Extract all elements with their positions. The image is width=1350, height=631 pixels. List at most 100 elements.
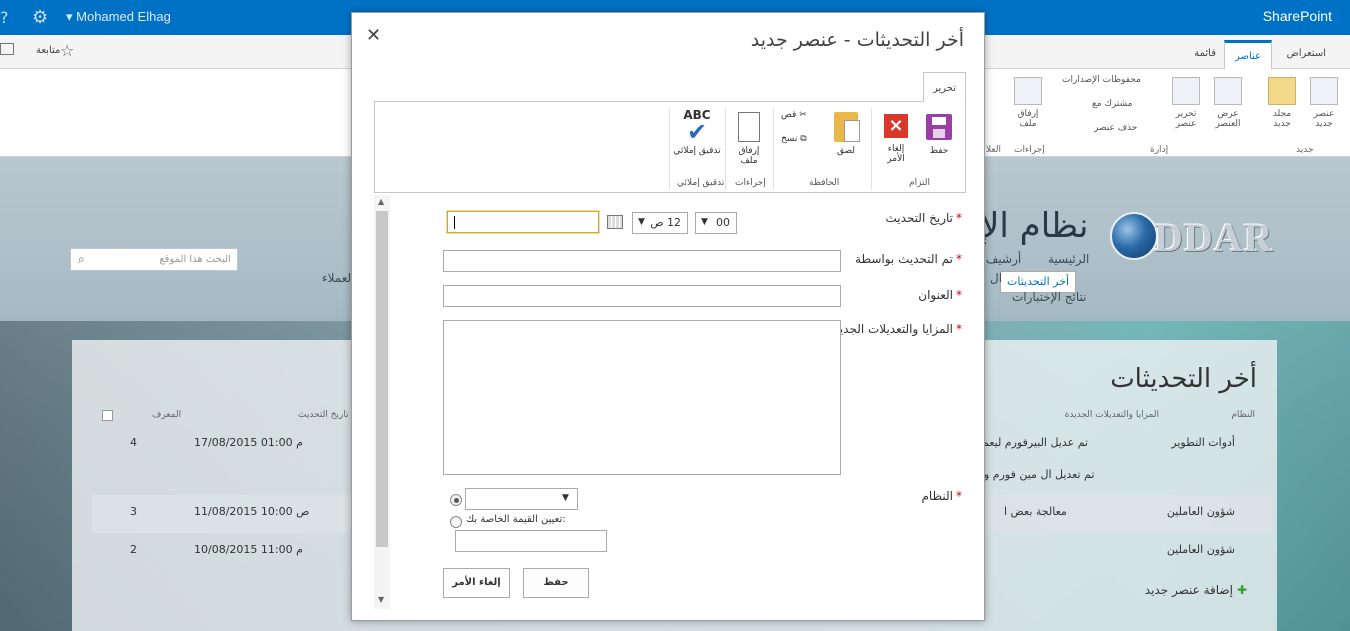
- group-clipboard-label: الحافظة: [809, 178, 840, 188]
- close-icon[interactable]: ✕: [366, 25, 381, 46]
- save-button[interactable]: حفظ: [523, 568, 589, 598]
- star-icon[interactable]: ☆: [60, 41, 74, 60]
- tab-browse[interactable]: استعراض: [1277, 40, 1336, 69]
- group-actions-label: إجراءات: [735, 178, 766, 188]
- nav-test-results[interactable]: نتائج الإختبارات: [1012, 290, 1086, 304]
- ribbon-copy-button[interactable]: ⧉ نسخ: [781, 134, 807, 144]
- plus-icon: ✚: [1236, 583, 1247, 597]
- tab-items[interactable]: عناصر: [1223, 40, 1272, 69]
- features-label: *المزايا والتعديلات الجديدة: [827, 322, 962, 336]
- ribbon-attach-file-button[interactable]: إرفاق ملف: [731, 112, 767, 166]
- dialog-ribbon: حفظ × إلغاء الأمر التزام لصق ✂ قص ⧉ نسخ …: [374, 101, 966, 193]
- select-all-checkbox[interactable]: [102, 410, 113, 421]
- tab-edit[interactable]: تحرير: [923, 72, 966, 102]
- title-input[interactable]: [443, 285, 841, 307]
- calendar-icon[interactable]: [607, 215, 623, 229]
- view-item-button[interactable]: عرض العنصر: [1210, 77, 1246, 129]
- attach-file-bg-button[interactable]: إرفاق ملف: [1010, 77, 1046, 129]
- new-folder-button[interactable]: مجلد جديد: [1264, 77, 1300, 129]
- row3-date: 10/08/2015 11:00 م: [194, 543, 303, 556]
- list-title: أخر التحديثات: [1110, 364, 1257, 394]
- nav-archive[interactable]: أرشيف: [986, 252, 1021, 266]
- row1-features-line2: تم تعديل ال مين فورم و: [984, 468, 1095, 481]
- new-item-button[interactable]: عنصر جديد: [1306, 77, 1342, 129]
- scissors-icon: ✂: [799, 110, 807, 120]
- ribbon-cut-button[interactable]: ✂ قص: [781, 110, 807, 120]
- row2-id: 3: [130, 505, 137, 518]
- chevron-down-icon: ▼: [638, 217, 645, 227]
- row1-id: 4: [130, 436, 137, 449]
- minute-select[interactable]: ▼ 00: [695, 212, 737, 234]
- delete-item-button[interactable]: حذف عنصر: [1094, 123, 1137, 133]
- col-header-date[interactable]: تاريخ التحديث: [298, 410, 349, 420]
- custom-value-input[interactable]: [455, 530, 607, 552]
- paperclip-icon: [1014, 77, 1042, 105]
- edit-item-button[interactable]: تحرير عنصر: [1168, 77, 1204, 129]
- group-manage-label: إدارة: [1150, 145, 1169, 155]
- row1-date: 17/08/2015 01:00 م: [194, 436, 303, 449]
- user-name: Mohamed Elhag: [76, 9, 171, 24]
- col-header-id[interactable]: المعرف: [152, 410, 181, 420]
- tab-list[interactable]: قائمة: [1184, 40, 1226, 69]
- paperclip-icon: [738, 112, 760, 142]
- shared-with-button[interactable]: مشترك مع: [1092, 99, 1132, 109]
- row3-system[interactable]: شؤون العاملين: [1167, 543, 1235, 556]
- globe-logo-icon: [1110, 212, 1158, 260]
- follow-link[interactable]: متابعة: [36, 45, 60, 56]
- sharepoint-brand[interactable]: SharePoint: [1263, 8, 1332, 24]
- group-actions-label: إجراءات: [1014, 145, 1045, 155]
- custom-value-radio[interactable]: [450, 516, 462, 528]
- search-icon[interactable]: ⌕: [78, 252, 85, 267]
- user-menu[interactable]: ▾ Mohamed Elhag: [66, 9, 171, 25]
- help-icon[interactable]: ?: [0, 8, 9, 27]
- col-header-features[interactable]: المزايا والتعديلات الجديدة: [1065, 410, 1159, 420]
- row3-id: 2: [130, 543, 137, 556]
- chevron-down-icon: ▼: [562, 493, 569, 503]
- system-label: *النظام: [921, 489, 962, 503]
- system-select[interactable]: ▼: [465, 488, 578, 510]
- site-search-box[interactable]: ⌕ البحث هذا الموقع: [70, 248, 238, 271]
- nav-clients[interactable]: لعملاء: [322, 271, 351, 285]
- group-separator: [773, 108, 774, 190]
- date-label: *تاريخ التحديث: [885, 211, 962, 225]
- save-icon: [926, 114, 952, 140]
- site-logo[interactable]: DDAR: [1110, 210, 1280, 268]
- edit-item-icon: [1172, 77, 1200, 105]
- focus-content-icon[interactable]: [0, 43, 14, 55]
- title-label: *العنوان: [918, 288, 962, 302]
- group-spelling-label: تدقيق إملائي: [677, 178, 725, 188]
- ribbon-paste-button[interactable]: لصق: [829, 112, 863, 156]
- col-header-system[interactable]: النظام: [1231, 410, 1255, 420]
- hour-select[interactable]: ▼ 12 ص: [632, 212, 688, 234]
- group-new-label: جديد: [1296, 145, 1314, 155]
- nav-home[interactable]: الرئيسية: [1048, 252, 1089, 266]
- row1-features: تم عديل البيرفورم ليعم: [982, 436, 1089, 449]
- updated-by-input[interactable]: [443, 250, 841, 272]
- date-input[interactable]: [447, 211, 599, 233]
- add-new-item-link[interactable]: ✚إضافة عنصر جديد: [1145, 583, 1247, 597]
- system-choice-radio[interactable]: [450, 494, 462, 506]
- dialog-title: أخر التحديثات - عنصر جديد: [750, 29, 964, 51]
- nav-partial[interactable]: ال: [990, 271, 1002, 285]
- ribbon-cancel-button[interactable]: × إلغاء الأمر: [879, 114, 913, 164]
- scroll-up-icon[interactable]: ▲: [378, 197, 384, 206]
- cancel-x-icon: ×: [884, 114, 908, 138]
- site-title: نظام الإ: [980, 206, 1089, 246]
- version-history-button[interactable]: محفوظات الإصدارات: [1062, 75, 1141, 85]
- gear-icon[interactable]: ⚙: [32, 7, 48, 28]
- row1-system[interactable]: أدوات التطوير: [1171, 436, 1235, 449]
- view-item-icon: [1214, 77, 1242, 105]
- row2-system[interactable]: شؤون العاملين: [1167, 505, 1235, 518]
- copy-icon: ⧉: [800, 134, 807, 144]
- chevron-down-icon: ▼: [701, 217, 708, 227]
- custom-value-label: :تعيين القيمة الخاصة بك: [466, 514, 566, 525]
- dialog-scrollbar[interactable]: ▲ ▼: [374, 195, 390, 609]
- features-textarea[interactable]: [443, 320, 841, 475]
- scroll-thumb[interactable]: [376, 211, 388, 547]
- cancel-button[interactable]: إلغاء الأمر: [443, 568, 510, 598]
- ribbon-spelling-button[interactable]: ABC ✔ تدقيق إملائي: [673, 109, 721, 156]
- ribbon-save-button[interactable]: حفظ: [923, 114, 955, 156]
- scroll-down-icon[interactable]: ▼: [378, 595, 384, 604]
- group-separator: [725, 108, 726, 190]
- row2-date: 11/08/2015 10:00 ص: [194, 505, 310, 518]
